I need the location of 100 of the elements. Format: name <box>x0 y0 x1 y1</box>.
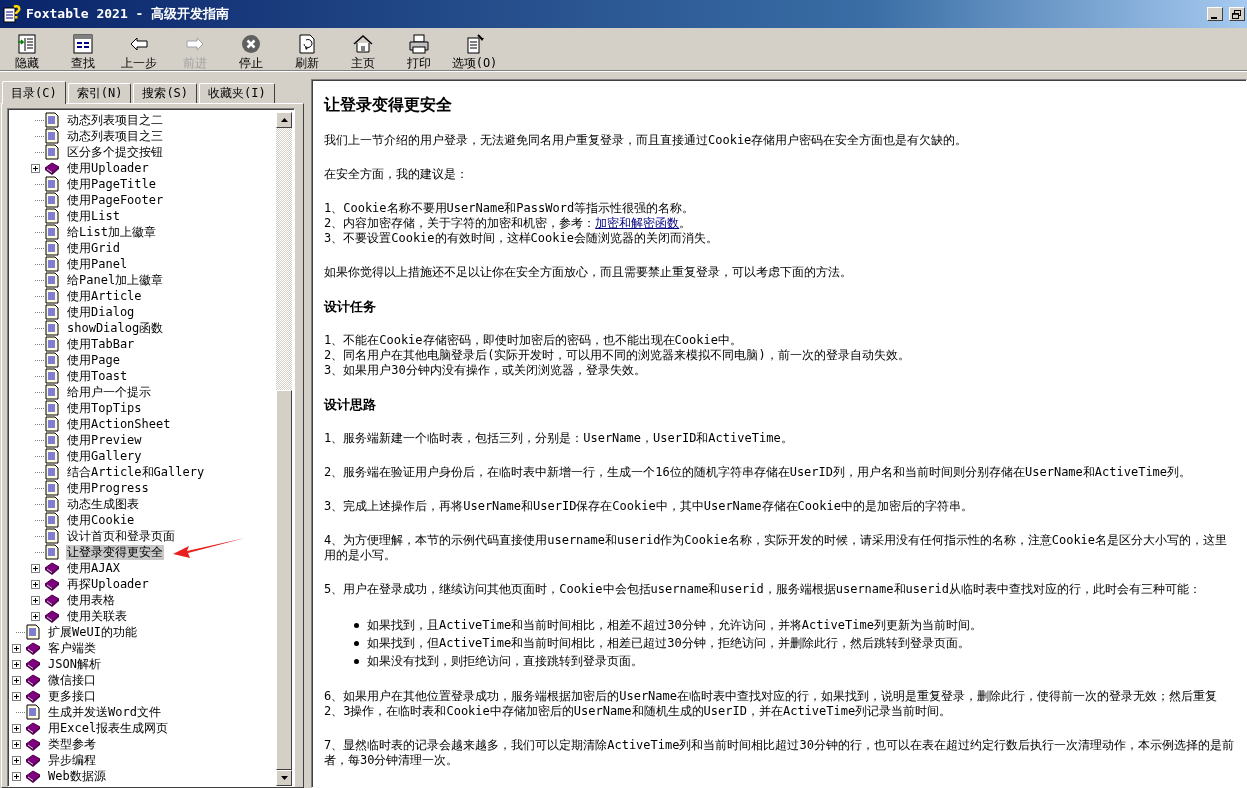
tree-item[interactable]: 使用List <box>66 208 121 224</box>
tree-item[interactable]: 让登录变得更安全 <box>66 544 164 560</box>
tree-item[interactable]: 动态生成图表 <box>66 496 140 512</box>
page-icon <box>44 256 60 272</box>
tab[interactable]: 目录(C) <box>2 81 66 104</box>
expand-toggle[interactable] <box>12 675 21 685</box>
expand-toggle[interactable] <box>12 771 21 781</box>
tree-item[interactable]: 动态列表项目之三 <box>66 128 164 144</box>
tree-item[interactable]: JSON解析 <box>47 656 102 672</box>
expand-toggle[interactable] <box>31 563 40 573</box>
tree-item[interactable]: 使用Panel <box>66 256 129 272</box>
page-icon <box>44 192 60 208</box>
tab[interactable]: 搜索(S) <box>133 83 198 103</box>
tree-item[interactable]: showDialog函数 <box>66 320 165 336</box>
restore-button[interactable] <box>1229 7 1245 21</box>
expand-toggle[interactable] <box>12 723 21 733</box>
expand-toggle[interactable] <box>12 659 21 669</box>
book-icon <box>25 768 41 784</box>
scroll-up-button[interactable] <box>276 112 292 128</box>
book-icon <box>25 752 41 768</box>
tree-item[interactable]: 给Panel加上徽章 <box>66 272 165 288</box>
page-icon <box>44 144 60 160</box>
book-icon <box>25 640 41 656</box>
expand-toggle[interactable] <box>12 755 21 765</box>
expand-toggle[interactable] <box>12 643 21 653</box>
page-icon <box>44 496 60 512</box>
expand-toggle[interactable] <box>31 163 40 173</box>
page-icon <box>44 128 60 144</box>
toolbar-button[interactable]: 刷新 <box>284 34 329 70</box>
tree-item[interactable]: Web数据源 <box>47 768 107 784</box>
tree-item[interactable]: 设计首页和登录页面 <box>66 528 176 544</box>
page-icon <box>44 416 60 432</box>
minimize-button[interactable] <box>1207 7 1223 21</box>
book-icon <box>25 656 41 672</box>
tree-item[interactable]: 区分多个提交按钮 <box>66 144 164 160</box>
tree-item[interactable]: 使用Article <box>66 288 143 304</box>
tree-item[interactable]: 使用Gallery <box>66 448 143 464</box>
page-icon <box>44 528 60 544</box>
tree-item[interactable]: 动态列表项目之二 <box>66 112 164 128</box>
tree-item[interactable]: 客户端类 <box>47 640 97 656</box>
book-icon <box>25 688 41 704</box>
tree-item[interactable]: 给用户一个提示 <box>66 384 152 400</box>
tree-item[interactable]: 使用TopTips <box>66 400 143 416</box>
tree-item[interactable]: 使用Uploader <box>66 160 150 176</box>
toolbar-button[interactable]: 主页 <box>340 34 385 70</box>
tab[interactable]: 索引(N) <box>67 83 132 103</box>
page-icon <box>44 368 60 384</box>
scroll-down-button[interactable] <box>276 770 292 786</box>
find-icon <box>72 34 93 54</box>
tree-item[interactable]: 使用Dialog <box>66 304 136 320</box>
tree-item[interactable]: 给List加上徽章 <box>66 224 157 240</box>
tree-item[interactable]: 使用Toast <box>66 368 129 384</box>
tree-item[interactable]: 更多接口 <box>47 688 97 704</box>
toolbar-button[interactable]: 隐藏 <box>4 34 49 70</box>
paragraph: 我们上一节介绍的用户登录，无法避免同名用户重复登录，而且直接通过Cookie存储用户密码在安全方面也是有欠缺的。 <box>324 133 969 148</box>
scroll-thumb[interactable] <box>276 390 292 770</box>
toolbar-button[interactable]: 查找 <box>60 34 105 70</box>
paragraph: 5、用户在登录成功，继续访问其他页面时，Cookie中会包括username和userid，服务端根据username和userid从临时表中查找对应的行，此时会有三种可能： <box>324 582 1202 597</box>
expand-toggle[interactable] <box>31 611 40 621</box>
tree-item[interactable]: 使用Grid <box>66 240 121 256</box>
tree-item[interactable]: 异步编程 <box>47 752 97 768</box>
tree-item[interactable]: 使用关联表 <box>66 608 128 624</box>
tab[interactable]: 收藏夹(I) <box>199 83 275 103</box>
tree-item[interactable]: 使用表格 <box>66 592 116 608</box>
tree-item[interactable]: 使用TabBar <box>66 336 136 352</box>
list-line: 1、Cookie名称不要用UserName和PassWord等指示性很强的名称。 <box>324 201 696 216</box>
expand-toggle[interactable] <box>31 595 40 605</box>
tree-item[interactable]: 使用AJAX <box>66 560 121 576</box>
book-icon <box>44 592 60 608</box>
tree-item[interactable]: 生成并发送Word文件 <box>47 704 162 720</box>
book-icon <box>44 608 60 624</box>
link[interactable]: 加密和解密函数 <box>595 216 680 230</box>
expand-toggle[interactable] <box>12 691 21 701</box>
expand-toggle[interactable] <box>12 739 21 749</box>
toolbar-button[interactable]: 选项(O) <box>452 34 497 70</box>
tree-item[interactable]: 使用Progress <box>66 480 150 496</box>
tree-item[interactable]: 使用Preview <box>66 432 143 448</box>
tree-item[interactable]: 使用PageFooter <box>66 192 165 208</box>
expand-toggle[interactable] <box>31 579 40 589</box>
tree-item[interactable]: 使用Cookie <box>66 512 136 528</box>
tree-item[interactable]: 用Excel报表生成网页 <box>47 720 170 736</box>
tree-item[interactable]: 使用Page <box>66 352 121 368</box>
up-arrow-icon <box>280 118 288 122</box>
tree-item[interactable]: 类型参考 <box>47 736 97 752</box>
page-icon <box>44 464 60 480</box>
page-icon <box>44 432 60 448</box>
tree-item[interactable]: 使用ActionSheet <box>66 416 172 432</box>
tree-item[interactable]: 扩展WeUI的功能 <box>47 624 138 640</box>
tree-item[interactable]: 再探Uploader <box>66 576 150 592</box>
tree-item[interactable]: 微信接口 <box>47 672 97 688</box>
tree-item[interactable]: 使用PageTitle <box>66 176 158 192</box>
paragraph: 7、显然临时表的记录会越来越多，我们可以定期清除ActiveTime列和当前时间相比超过30分钟的行，也可以在表在超过约定行数后执行一次清理动作，本示例选择的是前者，每30分钟清理一次。 <box>324 738 1235 768</box>
toolbar-button[interactable]: 上一步 <box>116 34 161 70</box>
toolbar-button[interactable]: 停止 <box>228 34 273 70</box>
section-heading: 设计任务 <box>324 299 377 314</box>
page-icon <box>44 512 60 528</box>
bullet-dot <box>354 658 359 664</box>
tree-item[interactable]: 结合Article和Gallery <box>66 464 206 480</box>
scrollbar[interactable] <box>276 112 292 786</box>
toolbar-button[interactable]: 打印 <box>396 34 441 70</box>
